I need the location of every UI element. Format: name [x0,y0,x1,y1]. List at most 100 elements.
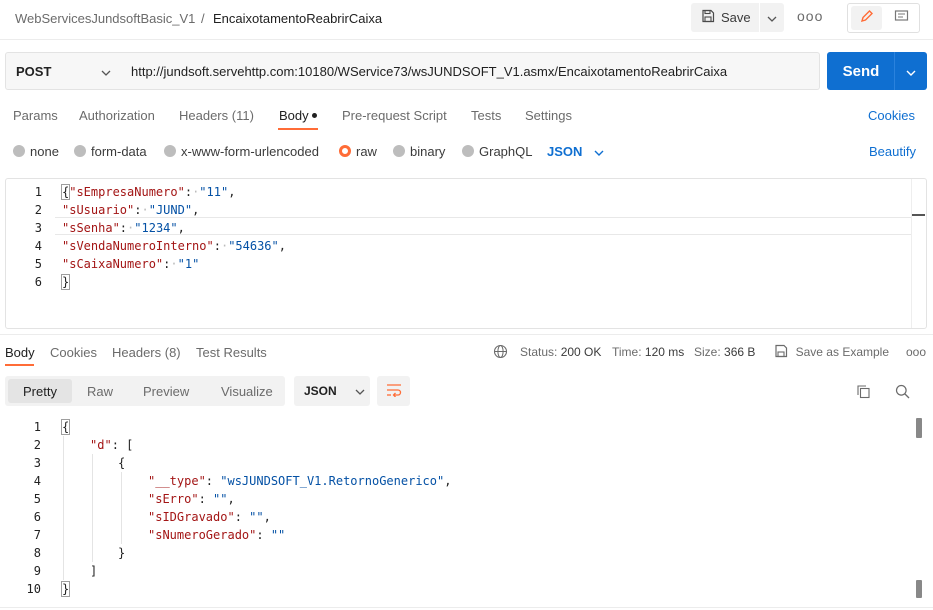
edit-mode-button[interactable] [851,6,882,30]
json-value: "wsJUNDSOFT_V1.RetornoGenerico" [220,474,445,488]
view-preview[interactable]: Preview [143,384,189,399]
breadcrumb-collection[interactable]: WebServicesJundsoftBasic_V1 [15,11,195,26]
json-value: "11" [199,185,229,199]
line-number: 4 [34,239,42,253]
body-format-select[interactable]: JSON [547,144,604,159]
radio-none-label: none [30,144,59,159]
tab-settings[interactable]: Settings [525,108,572,123]
radio-binary[interactable] [393,145,405,157]
open-brace: { [60,419,71,435]
radio-urlencoded[interactable] [164,145,176,157]
tab-body[interactable]: Body [279,108,309,123]
response-format-select[interactable]: JSON [294,376,370,406]
search-icon[interactable] [895,384,910,402]
active-tab-indicator [5,364,34,366]
view-pretty[interactable]: Pretty [8,379,72,403]
json-value: "1234" [134,221,178,235]
url-input[interactable]: http://jundsoft.servehttp.com:10180/WSer… [121,52,820,90]
json-value: "" [249,510,264,524]
wrap-lines-icon [386,383,402,400]
view-visualize[interactable]: Visualize [221,384,273,399]
http-method-value: POST [16,63,52,79]
comments-button[interactable] [887,6,915,30]
response-status[interactable]: Status: 200 OK [520,345,601,359]
json-key: "sEmpresaNumero" [69,185,185,199]
tab-tests[interactable]: Tests [471,108,501,123]
chevron-down-icon [101,64,111,79]
line-number: 1 [33,420,41,434]
line-number: 5 [34,257,42,271]
active-tab-indicator [278,128,318,130]
response-tab-headers[interactable]: Headers (8) [112,345,181,360]
status-label: Status: [520,345,558,359]
view-raw[interactable]: Raw [87,384,113,399]
tab-prerequest-script[interactable]: Pre-request Script [342,108,447,123]
response-tab-test-results[interactable]: Test Results [196,345,267,360]
code-line: { [62,454,451,472]
copy-icon[interactable] [856,384,871,402]
radio-form-data[interactable] [74,145,86,157]
response-time[interactable]: Time: 120 ms [612,345,684,359]
request-editor-scrollbar[interactable] [911,179,926,328]
json-key: "sIDGravado" [148,510,235,524]
code-line: "__type": "wsJUNDSOFT_V1.RetornoGenerico… [148,474,452,488]
more-options-button[interactable]: ooo [797,8,822,28]
http-method-select[interactable]: POST [5,52,122,90]
response-tab-body[interactable]: Body [5,345,35,360]
size-label: Size: [694,345,721,359]
json-key: "__type" [148,474,206,488]
beautify-link[interactable]: Beautify [869,144,916,159]
radio-none[interactable] [13,145,25,157]
time-label: Time: [612,345,642,359]
code-line: "sCaixaNumero":·"1" [62,257,200,271]
chevron-down-icon [355,384,365,398]
line-number: 8 [33,546,41,560]
tab-authorization[interactable]: Authorization [79,108,155,123]
json-key: "sCaixaNumero" [62,257,164,271]
radio-raw[interactable] [339,145,351,157]
code-line: "sSenha":·"1234", [62,221,185,235]
time-value: 120 ms [644,345,685,359]
line-number: 4 [33,474,41,488]
globe-icon[interactable] [493,344,508,362]
radio-graphql[interactable] [462,145,474,157]
wrap-lines-button[interactable] [377,376,410,406]
chevron-down-icon [767,10,777,25]
json-key: "d" [90,438,112,452]
response-format-value: JSON [304,384,337,398]
radio-urlencoded-label: x-www-form-urlencoded [181,144,319,159]
line-number: 6 [33,510,41,524]
tab-headers[interactable]: Headers (11) [179,108,254,123]
breadcrumb-request-name[interactable]: EncaixotamentoReabrirCaixa [213,11,382,26]
code-line: "sUsuario":·"JUND", [62,203,200,217]
response-scrollbar-bottom-thumb[interactable] [916,580,922,598]
response-scrollbar-top-thumb[interactable] [916,418,922,438]
response-size[interactable]: Size: 366 B [694,345,755,359]
send-button[interactable]: Send [827,52,895,90]
code-line: } [60,580,451,598]
pane-divider[interactable] [0,334,933,335]
response-more-button[interactable]: ooo [906,345,926,359]
json-key: "sSenha" [62,221,120,235]
tab-params[interactable]: Params [13,108,58,123]
save-button[interactable]: Save [691,3,759,32]
code-line: } [60,273,286,291]
json-punctuation: : [ [111,438,134,452]
pencil-icon [859,9,874,27]
save-options-button[interactable] [760,3,784,32]
save-button-label: Save [721,10,751,25]
line-number: 3 [33,456,41,470]
cookies-link[interactable]: Cookies [868,108,915,123]
response-tab-cookies[interactable]: Cookies [50,345,97,360]
code-line: "sNumeroGerado": "" [148,528,286,542]
line-number: 1 [34,185,42,199]
save-example-button[interactable]: Save as Example [774,344,889,361]
send-options-button[interactable] [894,52,927,90]
close-brace: } [60,581,71,597]
chevron-down-icon [906,64,916,79]
request-code: {"sEmpresaNumero":·"11", "sUsuario":·"JU… [60,183,286,291]
json-punctuation: { [118,456,126,470]
json-punctuation: } [118,546,126,560]
chevron-down-icon [594,144,604,159]
save-icon [774,344,788,361]
